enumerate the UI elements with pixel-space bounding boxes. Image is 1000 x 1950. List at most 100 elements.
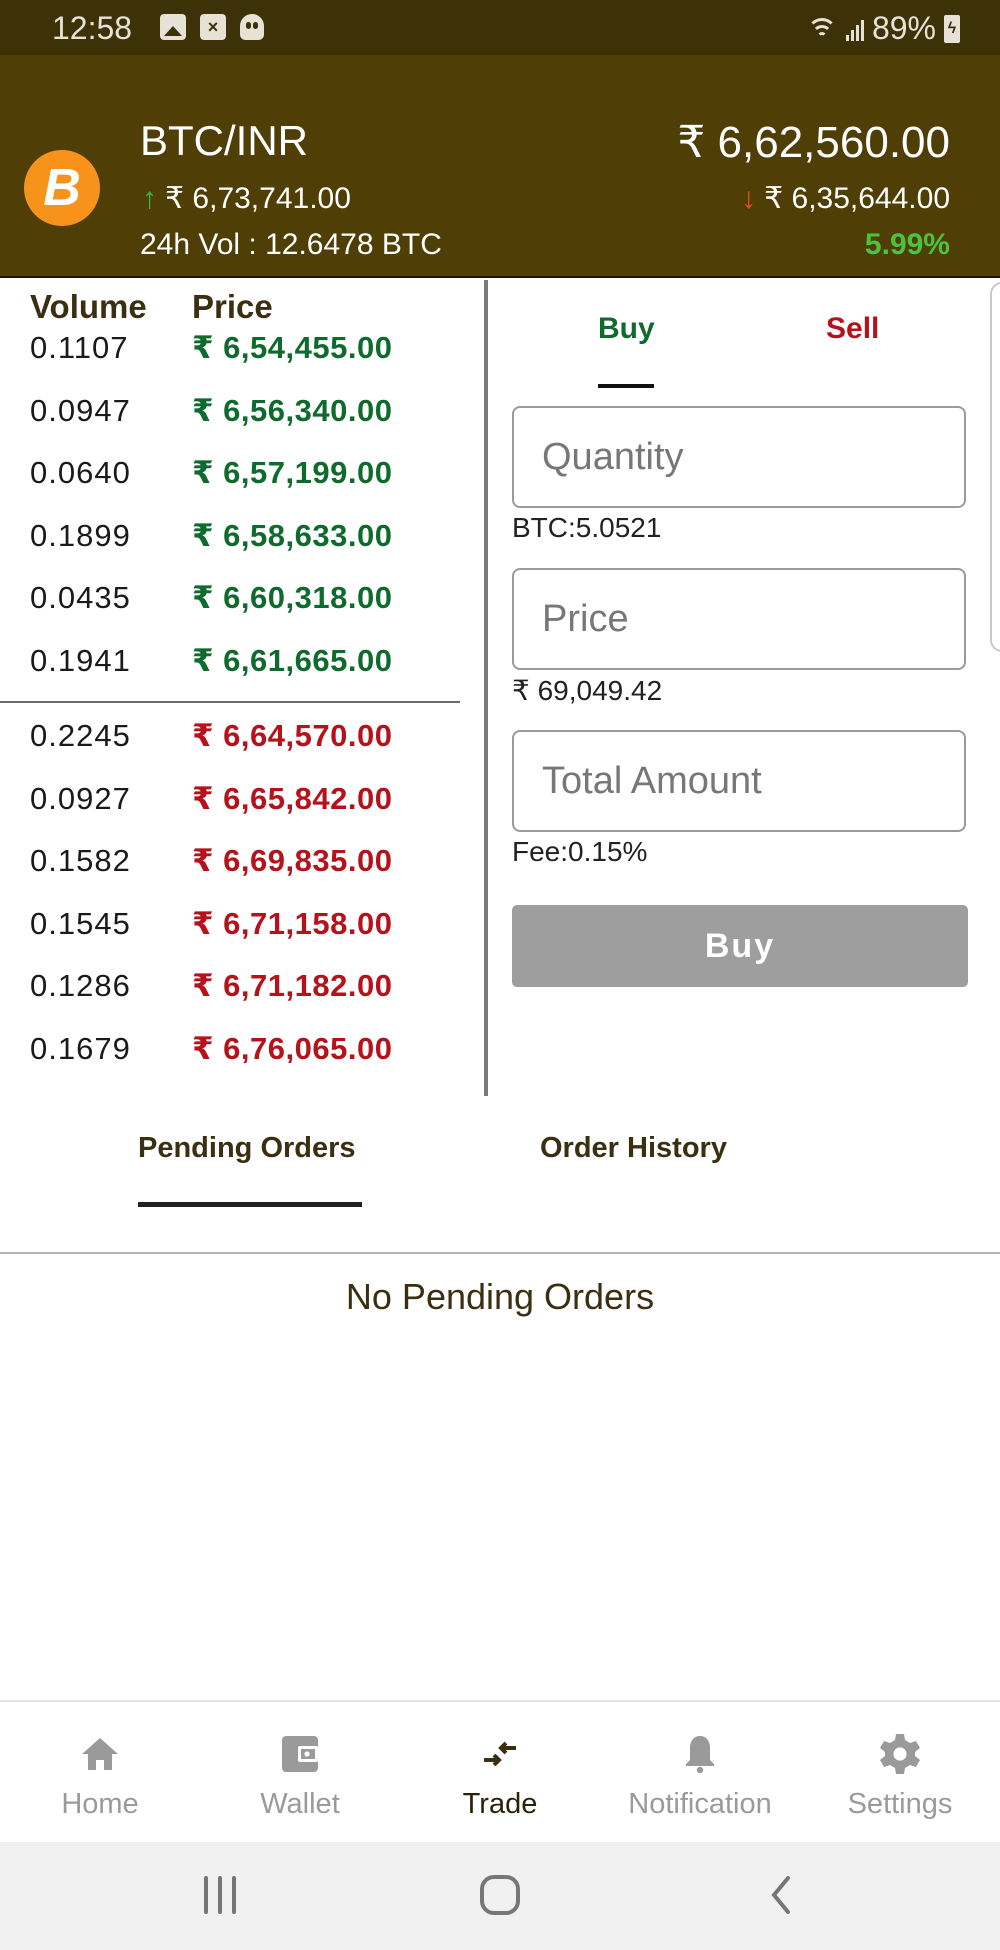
order-price: ₹ 6,71,158.00 xyxy=(192,905,393,941)
nav-notification-label: Notification xyxy=(628,1788,772,1820)
trade-icon xyxy=(484,1741,516,1767)
order-volume: 0.0947 xyxy=(30,392,131,428)
system-nav-bar xyxy=(0,1842,1000,1950)
order-price: ₹ 6,54,455.00 xyxy=(192,330,393,365)
signal-icon xyxy=(845,17,864,41)
nav-trade-label: Trade xyxy=(462,1788,538,1820)
back-icon[interactable] xyxy=(720,1842,840,1950)
order-price: ₹ 6,56,340.00 xyxy=(192,392,393,428)
nav-trade[interactable]: Trade xyxy=(400,1702,600,1844)
btc-balance: BTC:5.0521 xyxy=(512,512,662,543)
order-volume: 0.1941 xyxy=(30,642,131,678)
order-volume: 0.1107 xyxy=(30,330,129,365)
notification-icons: × xyxy=(160,14,264,40)
tab-buy[interactable]: Buy xyxy=(598,312,655,346)
order-price: ₹ 6,71,182.00 xyxy=(192,968,393,1003)
battery-charging-icon: ϟ xyxy=(944,14,960,43)
order-volume: 0.1582 xyxy=(30,843,131,878)
order-price: ₹ 6,69,835.00 xyxy=(192,843,393,878)
high-24h-value: ₹ 6,73,741.00 xyxy=(165,182,351,215)
ghost-app-icon xyxy=(240,14,264,40)
arrow-up-icon: ↑ xyxy=(142,181,157,215)
order-price: ₹ 6,58,633.00 xyxy=(192,517,393,553)
nav-settings-label: Settings xyxy=(847,1788,953,1820)
wallet-icon xyxy=(282,1736,318,1772)
nav-notification[interactable]: Notification xyxy=(600,1702,800,1844)
order-volume: 0.0640 xyxy=(30,455,131,490)
ask-row[interactable]: 0.0927 ₹ 6,65,842.00 xyxy=(0,781,480,821)
spread-divider xyxy=(0,701,460,703)
order-volume: 0.2245 xyxy=(30,718,131,753)
nav-home-label: Home xyxy=(61,1788,139,1820)
total-amount-field[interactable] xyxy=(512,730,966,832)
status-time: 12:58 xyxy=(52,10,133,46)
low-24h: ↓ ₹ 6,35,644.00 xyxy=(741,181,950,216)
price-input[interactable] xyxy=(514,570,964,668)
nav-settings[interactable]: Settings xyxy=(800,1702,1000,1844)
status-bar: 12:58 × 89% ϟ xyxy=(0,0,1000,55)
order-book-scroll[interactable]: Volume Price 0.1107 ₹ 6,54,455.00 0.0947 ₹ … xyxy=(0,280,480,1063)
buy-button[interactable]: Buy xyxy=(512,905,968,987)
ask-row[interactable]: 0.1582 ₹ 6,69,835.00 xyxy=(0,843,480,883)
high-24h: ↑ ₹ 6,73,741.00 xyxy=(142,181,351,216)
column-divider xyxy=(484,280,488,1096)
order-price: ₹ 6,76,065.00 xyxy=(192,1030,393,1064)
bid-row[interactable]: 0.0435 ₹ 6,60,318.00 xyxy=(0,580,480,620)
volume-header: Volume xyxy=(30,288,147,325)
battery-percent: 89% xyxy=(871,10,936,46)
bid-row[interactable]: 0.0947 ₹ 6,56,340.00 xyxy=(0,393,480,433)
volume-24h: 24h Vol : 12.6478 BTC xyxy=(140,228,442,261)
active-tab-indicator xyxy=(598,384,654,388)
image-icon xyxy=(160,14,186,40)
tab-sell[interactable]: Sell xyxy=(826,312,879,346)
order-price: ₹ 6,65,842.00 xyxy=(192,780,393,816)
ask-row[interactable]: 0.1286 ₹ 6,71,182.00 xyxy=(0,968,480,1008)
side-drawer-handle[interactable] xyxy=(990,282,1000,652)
fee-label: Fee:0.15% xyxy=(512,836,648,867)
quantity-input[interactable] xyxy=(514,408,964,506)
order-volume: 0.1286 xyxy=(30,968,131,1003)
nav-home[interactable]: Home xyxy=(0,1702,200,1844)
bell-icon xyxy=(686,1736,714,1774)
home-circle-icon[interactable] xyxy=(440,1842,560,1950)
bitcoin-icon: B xyxy=(24,150,100,226)
bid-row[interactable]: 0.1941 ₹ 6,61,665.00 xyxy=(0,643,480,683)
price-field[interactable] xyxy=(512,568,966,670)
system-status: 89% ϟ xyxy=(806,10,960,47)
order-volume: 0.1679 xyxy=(30,1030,131,1064)
ask-row[interactable]: 0.2245 ₹ 6,64,570.00 xyxy=(0,718,480,758)
ask-row[interactable]: 0.1545 ₹ 6,71,158.00 xyxy=(0,906,480,946)
recent-apps-icon[interactable] xyxy=(160,1842,280,1950)
order-volume: 0.0927 xyxy=(30,780,131,816)
tab-order-history[interactable]: Order History xyxy=(540,1132,727,1165)
change-percent: 5.99% xyxy=(864,228,950,261)
wifi-icon xyxy=(806,16,838,42)
last-price: ₹ 6,62,560.00 xyxy=(677,118,950,167)
bid-row[interactable]: 0.1107 ₹ 6,54,455.00 xyxy=(0,330,480,370)
orders-tab-bar: Pending Orders Order History xyxy=(0,1096,1000,1254)
trade-panel: Buy Sell BTC:5.0521 ₹ 69,049.42 Fee:0.15… xyxy=(490,280,1000,1096)
nav-wallet-label: Wallet xyxy=(260,1788,340,1820)
market-header: B BTC/INR ↑ ₹ 6,73,741.00 24h Vol : 12.6… xyxy=(0,55,1000,278)
pair-title[interactable]: BTC/INR xyxy=(140,117,308,165)
order-volume: 0.1545 xyxy=(30,905,131,941)
bid-row[interactable]: 0.0640 ₹ 6,57,199.00 xyxy=(0,455,480,495)
price-header: Price xyxy=(192,288,273,325)
arrow-down-icon: ↓ xyxy=(741,181,757,215)
quantity-field[interactable] xyxy=(512,406,966,508)
bid-row[interactable]: 0.1899 ₹ 6,58,633.00 xyxy=(0,518,480,558)
order-price: ₹ 6,64,570.00 xyxy=(192,718,393,753)
total-amount-input[interactable] xyxy=(514,732,964,830)
tab-pending-orders[interactable]: Pending Orders xyxy=(138,1132,356,1165)
order-book[interactable]: Volume Price 0.1107 ₹ 6,54,455.00 0.0947 ₹ … xyxy=(0,280,485,1096)
order-price: ₹ 6,60,318.00 xyxy=(192,580,393,615)
order-price: ₹ 6,57,199.00 xyxy=(192,455,393,490)
order-volume: 0.1899 xyxy=(30,517,131,553)
sim-error-icon: × xyxy=(200,14,226,40)
gear-icon xyxy=(880,1734,920,1774)
bottom-nav: Home Wallet Trade Notification Settings xyxy=(0,1700,1000,1842)
order-volume: 0.0435 xyxy=(30,580,131,615)
ask-row[interactable]: 0.1679 ₹ 6,76,065.00 xyxy=(0,1031,480,1064)
home-icon xyxy=(82,1738,118,1770)
nav-wallet[interactable]: Wallet xyxy=(200,1702,400,1844)
